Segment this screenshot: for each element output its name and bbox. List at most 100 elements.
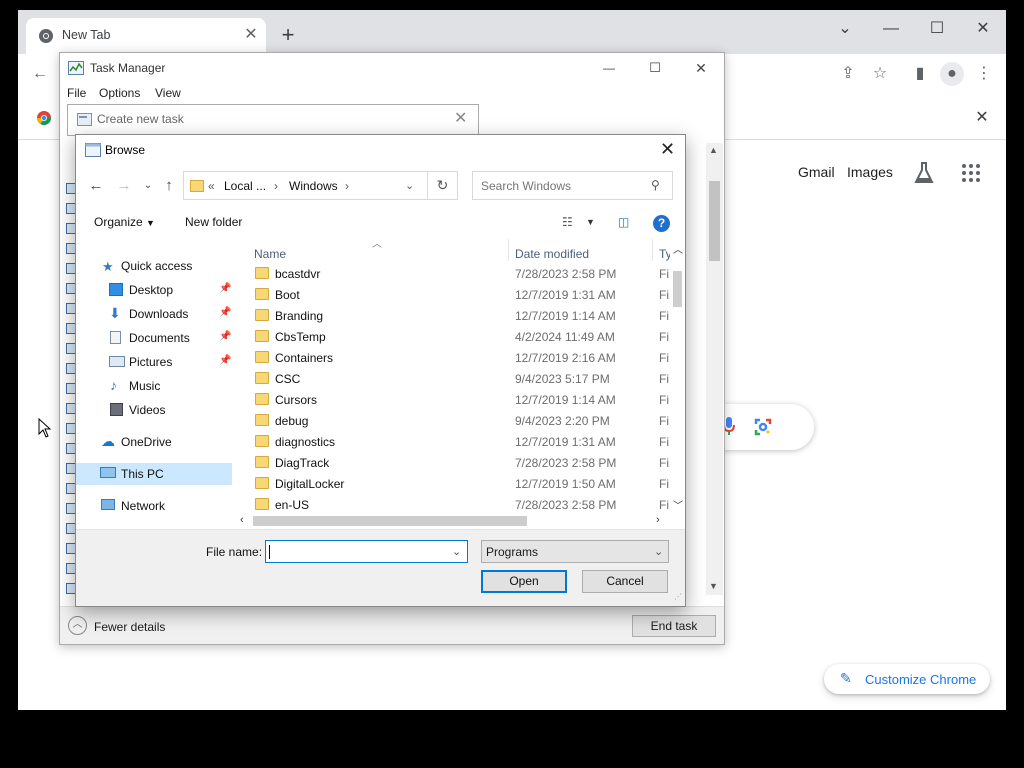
file-row[interactable]: bcastdvr 7/28/2023 2:58 PM Fi xyxy=(246,263,670,284)
file-list-horizontal-scrollbar[interactable]: ‹ › xyxy=(236,513,670,529)
view-options-icon[interactable]: ☷ xyxy=(562,215,573,229)
tm-maximize-button[interactable]: ☐ xyxy=(640,55,670,81)
file-row[interactable]: en-US 7/28/2023 2:58 PM Fi xyxy=(246,494,670,515)
file-type-select[interactable]: Programs ⌄ xyxy=(481,540,669,563)
new-folder-button[interactable]: New folder xyxy=(185,215,242,229)
customize-chrome-button[interactable]: ✎ Customize Chrome xyxy=(824,664,990,694)
tm-close-button[interactable]: ✕ xyxy=(686,55,716,81)
file-name-field[interactable]: ⌄ xyxy=(265,540,468,563)
scroll-left-icon[interactable]: ‹ xyxy=(240,514,244,526)
lens-search-icon[interactable] xyxy=(754,418,772,436)
column-separator[interactable] xyxy=(652,239,653,261)
google-apps-icon[interactable] xyxy=(962,164,982,184)
search-windows-field[interactable]: ⚲ xyxy=(472,171,673,200)
horizontal-scroll-thumb[interactable] xyxy=(253,516,527,526)
end-task-button[interactable]: End task xyxy=(632,615,716,637)
bookmark-star-icon[interactable]: ☆ xyxy=(868,62,892,86)
file-row[interactable]: DigitalLocker 12/7/2019 1:50 AM Fi xyxy=(246,473,670,494)
labs-flask-icon[interactable] xyxy=(914,162,934,184)
scroll-right-icon[interactable]: › xyxy=(656,514,660,526)
fewer-details-link[interactable]: Fewer details xyxy=(94,620,165,634)
file-row[interactable]: CbsTemp 4/2/2024 11:49 AM Fi xyxy=(246,326,670,347)
close-window-button[interactable]: ✕ xyxy=(968,16,998,42)
file-name-area: File name: ⌄ Programs ⌄ Open Cancel ⋰ xyxy=(76,529,685,606)
search-input[interactable] xyxy=(479,177,639,195)
nav-item-pictures[interactable]: Pictures 📌 xyxy=(76,351,236,373)
nav-item-desktop[interactable]: Desktop 📌 xyxy=(76,279,236,301)
file-row[interactable]: Branding 12/7/2019 1:14 AM Fi xyxy=(246,305,670,326)
breadcrumb-local-disk[interactable]: Local ... xyxy=(224,179,266,193)
side-panel-icon[interactable]: ▮ xyxy=(908,62,932,86)
chevron-up-icon[interactable]: ︿ xyxy=(68,616,87,635)
browse-close-icon[interactable]: ✕ xyxy=(660,139,675,160)
nav-item-quick-access[interactable]: ★ Quick access xyxy=(76,255,236,277)
back-arrow-icon[interactable]: ← xyxy=(86,176,106,196)
tab-search-icon[interactable]: ⌄ xyxy=(830,16,860,42)
column-header-date-modified[interactable]: Date modified xyxy=(515,247,589,261)
address-bar[interactable]: « Local ... › Windows › ⌄ xyxy=(183,171,458,200)
file-row[interactable]: CSC 9/4/2023 5:17 PM Fi xyxy=(246,368,670,389)
nav-item-documents[interactable]: Documents 📌 xyxy=(76,327,236,349)
tm-minimize-button[interactable]: — xyxy=(594,55,624,81)
breadcrumb-overflow[interactable]: « xyxy=(208,179,215,193)
cancel-button[interactable]: Cancel xyxy=(582,570,668,593)
file-row[interactable]: Boot 12/7/2019 1:31 AM Fi xyxy=(246,284,670,305)
close-bar-icon[interactable]: ✕ xyxy=(970,106,994,130)
nav-item-music[interactable]: ♪ Music xyxy=(76,375,236,397)
gmail-link[interactable]: Gmail xyxy=(798,164,835,180)
tab-new-tab[interactable]: New Tab ✕ xyxy=(26,18,266,54)
refresh-icon[interactable]: ↻ xyxy=(427,171,458,200)
scroll-up-icon[interactable]: ︿ xyxy=(673,241,683,256)
file-name-dropdown-icon[interactable]: ⌄ xyxy=(452,545,461,558)
file-row[interactable]: DiagTrack 7/28/2023 2:58 PM Fi xyxy=(246,452,670,473)
file-row[interactable]: Containers 12/7/2019 2:16 AM Fi xyxy=(246,347,670,368)
nav-label: Quick access xyxy=(121,259,193,273)
tab-close-icon[interactable]: ✕ xyxy=(242,26,260,44)
new-tab-button[interactable]: + xyxy=(276,24,300,48)
google-search-box[interactable] xyxy=(718,404,814,450)
up-arrow-icon[interactable]: ↑ xyxy=(159,176,179,196)
profile-avatar-icon[interactable]: ● xyxy=(940,62,964,86)
preview-pane-icon[interactable]: ◫ xyxy=(618,215,629,229)
file-row[interactable]: diagnostics 12/7/2019 1:31 AM Fi xyxy=(246,431,670,452)
column-header-name[interactable]: Name xyxy=(254,247,286,261)
desktop-icon xyxy=(109,283,123,296)
menu-file[interactable]: File xyxy=(67,86,86,100)
view-chevron-down-icon[interactable]: ▼ xyxy=(586,217,595,227)
help-icon[interactable]: ? xyxy=(653,215,670,232)
tm-scroll-thumb[interactable] xyxy=(709,181,720,261)
share-icon[interactable]: ⇪ xyxy=(836,62,860,86)
nav-item-onedrive[interactable]: ☁ OneDrive xyxy=(76,431,236,453)
menu-options[interactable]: Options xyxy=(99,86,140,100)
back-icon[interactable]: ← xyxy=(28,62,52,86)
nav-item-this-pc[interactable]: This PC xyxy=(76,463,232,485)
forward-arrow-icon[interactable]: → xyxy=(114,176,134,196)
tm-vertical-scrollbar[interactable]: ▲ ▼ xyxy=(706,143,723,595)
menu-view[interactable]: View xyxy=(155,86,181,100)
nav-item-network[interactable]: Network xyxy=(76,495,236,517)
column-separator[interactable] xyxy=(508,239,509,261)
open-button[interactable]: Open xyxy=(481,570,567,593)
vertical-scroll-thumb[interactable] xyxy=(673,271,682,307)
recent-locations-chevron-icon[interactable]: ⌄ xyxy=(138,176,158,196)
scroll-down-icon[interactable]: ▼ xyxy=(709,581,718,591)
customize-chrome-label: Customize Chrome xyxy=(865,672,977,687)
pin-icon: 📌 xyxy=(219,355,232,366)
create-task-close-icon[interactable]: ✕ xyxy=(454,108,467,128)
file-row[interactable]: Cursors 12/7/2019 1:14 AM Fi xyxy=(246,389,670,410)
minimize-button[interactable]: — xyxy=(876,16,906,42)
scroll-down-icon[interactable]: ﹀ xyxy=(673,497,683,512)
scroll-up-icon[interactable]: ▲ xyxy=(709,145,718,155)
images-link[interactable]: Images xyxy=(847,164,893,180)
resize-grip-icon[interactable]: ⋰ xyxy=(674,592,682,601)
chrome-menu-icon[interactable]: ⋮ xyxy=(972,62,996,86)
file-name-input[interactable] xyxy=(269,543,444,560)
nav-item-videos[interactable]: Videos xyxy=(76,399,236,421)
file-row[interactable]: debug 9/4/2023 2:20 PM Fi xyxy=(246,410,670,431)
breadcrumb-windows[interactable]: Windows xyxy=(289,179,338,193)
nav-item-downloads[interactable]: ⬇ Downloads 📌 xyxy=(76,303,236,325)
organize-button[interactable]: Organize ▼ xyxy=(94,215,155,229)
file-list-vertical-scrollbar[interactable]: ︿ ﹀ xyxy=(670,239,685,513)
address-dropdown-icon[interactable]: ⌄ xyxy=(405,179,414,192)
maximize-button[interactable]: ☐ xyxy=(922,16,952,42)
